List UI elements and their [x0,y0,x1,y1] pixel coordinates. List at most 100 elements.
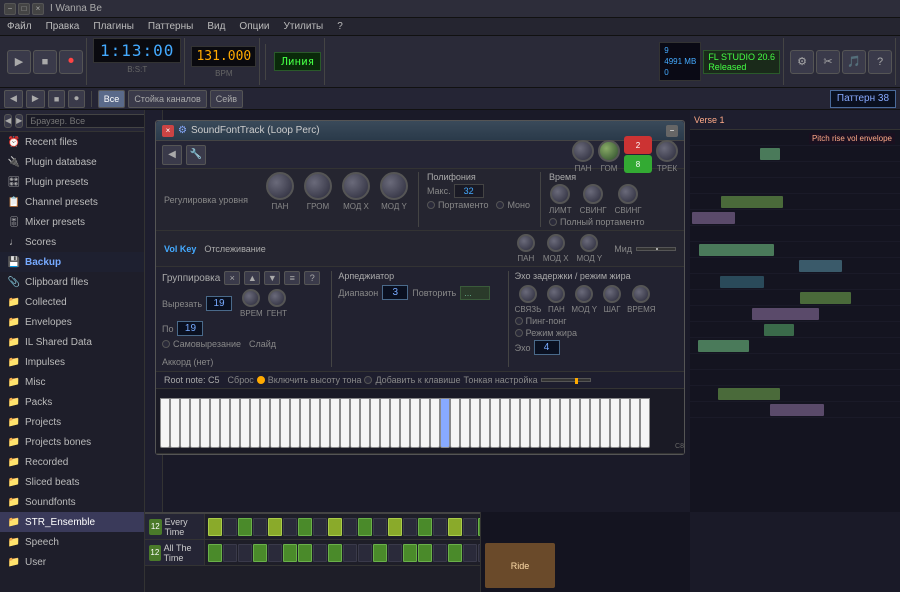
sidebar-search-input[interactable] [26,114,145,128]
piano-white-key[interactable] [200,398,210,448]
piano-white-key[interactable] [350,398,360,448]
mid-slider[interactable] [636,247,676,251]
grouping-down-btn[interactable]: ▼ [264,271,280,285]
piano-white-key[interactable] [540,398,550,448]
sidebar-item-recent-files[interactable]: ⏰ Recent files [0,132,144,152]
piano-white-key[interactable] [490,398,500,448]
time-k1[interactable] [550,184,570,204]
piano-white-key[interactable] [180,398,190,448]
seq-step[interactable] [418,518,432,536]
ping-pong-dot[interactable] [515,317,523,325]
sidebar-item-str-ensemble[interactable]: 📁 STR_Ensemble [0,512,144,532]
piano-white-key[interactable] [310,398,320,448]
piano-white-key[interactable] [300,398,310,448]
ping-pong-radio[interactable]: Пинг-понг [515,316,678,326]
seq-step[interactable] [418,544,432,562]
piano-white-key[interactable] [280,398,290,448]
sidebar-item-plugin-database[interactable]: 🔌 Plugin database [0,152,144,172]
piano-white-key[interactable] [380,398,390,448]
piano-white-key[interactable] [360,398,370,448]
piano-white-key[interactable] [220,398,230,448]
level-grom-knob[interactable] [304,172,332,200]
seq-step[interactable] [388,518,402,536]
repeat-value[interactable]: ... [460,286,490,300]
piano-white-key[interactable] [410,398,420,448]
menu-patterns[interactable]: Паттерны [145,21,196,32]
seq-step[interactable] [373,544,387,562]
piano-white-key[interactable] [290,398,300,448]
seq-step[interactable] [223,544,237,562]
pattern-block[interactable] [764,324,794,336]
seq-step[interactable] [313,518,327,536]
sidebar-item-speech[interactable]: 📁 Speech [0,532,144,552]
self-cut-dot[interactable] [162,340,170,348]
grouping-up-btn[interactable]: ▲ [244,271,260,285]
grouping-help-btn[interactable]: ? [304,271,320,285]
seq-step[interactable] [448,544,462,562]
piano-white-key[interactable] [630,398,640,448]
piano-white-key[interactable] [620,398,630,448]
menu-options[interactable]: Опции [236,21,272,32]
seq-step[interactable] [463,518,477,536]
channel-rack-tab[interactable]: Стойка каналов [128,90,206,108]
sidebar-item-user[interactable]: 📁 User [0,552,144,572]
seq-step[interactable] [298,518,312,536]
level-modx-knob[interactable] [342,172,370,200]
pattern-block[interactable] [699,244,774,256]
close-button[interactable]: × [32,3,44,15]
pattern-block[interactable] [770,404,824,416]
fat-mode-dot[interactable] [515,329,523,337]
menu-utils[interactable]: Утилиты [281,21,327,32]
portamento-radio[interactable]: Портаменто [427,200,489,210]
track-knob[interactable] [656,140,678,162]
sidebar-item-clipboard[interactable]: 📎 Clipboard files [0,272,144,292]
sidebar-item-mixer-presets[interactable]: 🎚 Mixer presets [0,212,144,232]
piano-white-key[interactable] [640,398,650,448]
sidebar-item-collected[interactable]: 📁 Collected [0,292,144,312]
menu-edit[interactable]: Правка [43,21,83,32]
seq-step[interactable] [208,544,222,562]
sidebar-nav-fwd[interactable]: ▶ [15,114,23,128]
sidebar-item-misc[interactable]: 📁 Misc [0,372,144,392]
piano-white-key[interactable] [160,398,170,448]
piano-white-key[interactable] [580,398,590,448]
piano-white-key[interactable] [250,398,260,448]
seq-step[interactable] [268,518,282,536]
full-portamento-radio[interactable]: Полный портаменто [549,217,644,227]
save-tab[interactable]: Сейв [210,90,243,108]
bpm-display[interactable]: 131.000 [191,46,256,67]
piano-white-key[interactable] [330,398,340,448]
prev-pattern-btn[interactable]: ◀ [4,90,23,108]
pattern-block[interactable] [752,308,819,320]
tool-btn-1[interactable]: ⚙ [790,50,814,74]
sidebar-item-packs[interactable]: 📁 Packs [0,392,144,412]
seq-step[interactable] [283,544,297,562]
piano-white-key[interactable] [440,398,450,448]
seq-step[interactable] [238,544,252,562]
seq-step[interactable] [433,544,447,562]
pattern-block[interactable] [720,276,764,288]
sidebar-nav-back[interactable]: ◀ [4,114,12,128]
cut-k2[interactable] [268,289,286,307]
add-to-key-radio[interactable]: Добавить к клавише [364,375,460,385]
plugin-minimize-button[interactable]: − [666,125,678,137]
piano-white-key[interactable] [560,398,570,448]
piano-white-key[interactable] [170,398,180,448]
seq-step[interactable] [343,544,357,562]
seq-step[interactable] [223,518,237,536]
sidebar-item-recorded[interactable]: 📁 Recorded [0,452,144,472]
seq-step[interactable] [463,544,477,562]
menu-plugins[interactable]: Плагины [90,21,137,32]
window-controls[interactable]: − □ × [4,3,44,15]
piano-white-key[interactable] [460,398,470,448]
piano-white-key[interactable] [190,398,200,448]
seq-step[interactable] [358,518,372,536]
echo-knob4[interactable] [603,285,621,303]
add-dot[interactable] [257,376,265,384]
vk-pan-knob[interactable] [517,234,535,252]
piano-white-key[interactable] [530,398,540,448]
mono-dot[interactable] [496,201,504,209]
grouping-more-btn[interactable]: ≡ [284,271,300,285]
piano-white-key[interactable] [450,398,460,448]
pattern-block[interactable] [799,260,842,272]
